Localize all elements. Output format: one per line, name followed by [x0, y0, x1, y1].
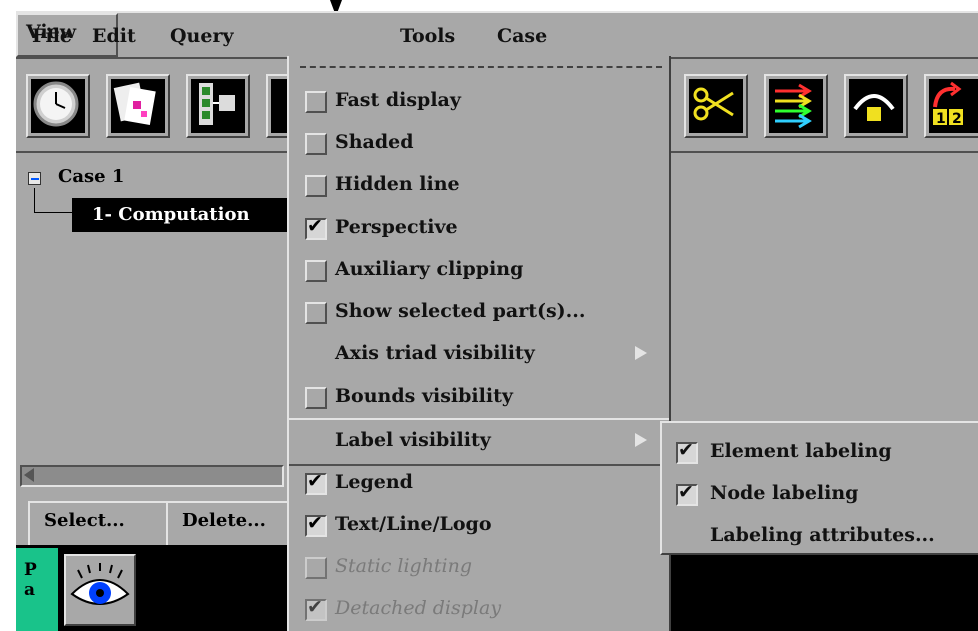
submenu-arrow-icon: [635, 433, 647, 447]
collapse-icon[interactable]: [28, 172, 41, 185]
menu-item-static-lighting: Static lighting: [289, 546, 669, 588]
menu-item-label: Label visibility: [335, 429, 491, 451]
menu-item-label: Fast display: [335, 89, 461, 111]
checkbox-icon[interactable]: [305, 260, 327, 282]
menu-item-label: Axis triad visibility: [335, 342, 535, 364]
submenu-item-labeling-attributes[interactable]: Labeling attributes...: [662, 515, 978, 557]
menu-item-label: Legend: [335, 471, 413, 493]
delete-button[interactable]: Delete...: [166, 501, 304, 550]
menu-item-fast-display[interactable]: Fast display: [289, 80, 669, 122]
menu-item-show-selected-parts[interactable]: Show selected part(s)...: [289, 291, 669, 333]
checkbox-icon[interactable]: [305, 91, 327, 113]
visibility-toggle-button[interactable]: [64, 554, 136, 626]
parts-tab-letter: P: [24, 560, 37, 580]
menu-item-label: Text/Line/Logo: [335, 513, 492, 535]
tree-connector: [34, 188, 35, 212]
flipbook-tool-button[interactable]: 1 2: [924, 74, 978, 138]
animation-tool-button[interactable]: [186, 74, 250, 138]
eye-icon: [70, 563, 130, 605]
menu-item-label: Shaded: [335, 131, 414, 153]
menu-edit[interactable]: Edit: [92, 25, 136, 47]
tree-case-label[interactable]: Case 1: [58, 166, 124, 187]
scroll-left-icon[interactable]: [24, 468, 34, 482]
menu-item-auxiliary-clipping[interactable]: Auxiliary clipping: [289, 249, 669, 291]
menu-item-text-line-logo[interactable]: Text/Line/Logo: [289, 504, 669, 546]
submenu-item-label: Node labeling: [710, 482, 859, 504]
particle-trace-tool-button[interactable]: [844, 74, 908, 138]
tree-connector: [34, 212, 72, 213]
submenu-item-label: Element labeling: [710, 440, 892, 462]
menu-item-label: Bounds visibility: [335, 385, 513, 407]
vector-arrows-tool-button[interactable]: [764, 74, 828, 138]
scroll-track[interactable]: [20, 465, 284, 487]
vector-arrows-icon: [769, 79, 823, 133]
checkbox-icon[interactable]: [305, 133, 327, 155]
menu-item-axis-triad-visibility[interactable]: Axis triad visibility: [289, 333, 669, 375]
checkmark-icon[interactable]: [305, 470, 327, 495]
particle-trace-icon: [849, 79, 903, 133]
menu-item-label: Show selected part(s)...: [335, 300, 586, 322]
checkbox-icon[interactable]: [305, 175, 327, 197]
parts-tab-letter: a: [24, 580, 36, 600]
clock-tool-button[interactable]: [26, 74, 90, 138]
menu-item-label: Static lighting: [335, 555, 473, 577]
menu-item-shaded[interactable]: Shaded: [289, 122, 669, 164]
tearoff-line[interactable]: [300, 66, 662, 68]
checkmark-icon[interactable]: [305, 512, 327, 537]
menu-item-detached-display: Detached display: [289, 588, 669, 630]
submenu-item-element-labeling[interactable]: Element labeling: [662, 431, 978, 473]
menu-case[interactable]: Case: [497, 25, 547, 47]
label-visibility-submenu: Element labeling Node labeling Labeling …: [660, 421, 978, 555]
tree-horizontal-scrollbar[interactable]: [16, 461, 288, 493]
menu-bar: File Edit Query View Tools Case: [16, 11, 978, 59]
clip-tool-button[interactable]: [684, 74, 748, 138]
menu-item-label: Detached display: [335, 597, 502, 619]
menu-item-label: Perspective: [335, 216, 458, 238]
checkmark-icon[interactable]: [676, 481, 698, 506]
checkbox-icon: [305, 557, 327, 579]
menu-item-label-visibility[interactable]: Label visibility: [289, 418, 669, 466]
svg-text:2: 2: [952, 111, 962, 127]
submenu-item-label: Labeling attributes...: [710, 524, 935, 546]
select-button[interactable]: Select...: [28, 501, 178, 550]
submenu-item-node-labeling[interactable]: Node labeling: [662, 473, 978, 515]
checkmark-icon[interactable]: [676, 439, 698, 464]
menu-item-perspective[interactable]: Perspective: [289, 207, 669, 249]
query-plot-tool-button[interactable]: [106, 74, 170, 138]
menu-item-label: Hidden line: [335, 173, 460, 195]
checkbox-icon[interactable]: [305, 387, 327, 409]
checkmark-icon: [305, 596, 327, 621]
film-strip-icon: [191, 79, 245, 133]
menu-item-hidden-line[interactable]: Hidden line: [289, 164, 669, 206]
clock-icon: [31, 79, 85, 133]
checkmark-icon[interactable]: [305, 215, 327, 240]
parts-tab[interactable]: P a: [16, 548, 58, 631]
view-menu: Fast display Shaded Hidden line Perspect…: [287, 56, 671, 631]
query-plot-icon: [111, 79, 165, 133]
menu-item-legend[interactable]: Legend: [289, 462, 669, 504]
svg-text:1: 1: [936, 111, 946, 127]
scissors-icon: [689, 79, 743, 133]
part-buttons-row: Select... Delete...: [16, 493, 304, 550]
menu-view-label: View: [26, 21, 77, 43]
menu-tools[interactable]: Tools: [400, 25, 455, 47]
checkbox-icon[interactable]: [305, 302, 327, 324]
tree-part-item[interactable]: 1- Computation: [72, 198, 288, 232]
menu-item-label: Auxiliary clipping: [335, 258, 524, 280]
flipbook-icon: 1 2: [929, 79, 978, 133]
menu-item-bounds-visibility[interactable]: Bounds visibility: [289, 376, 669, 418]
menu-query[interactable]: Query: [170, 25, 234, 47]
submenu-arrow-icon: [635, 346, 647, 360]
